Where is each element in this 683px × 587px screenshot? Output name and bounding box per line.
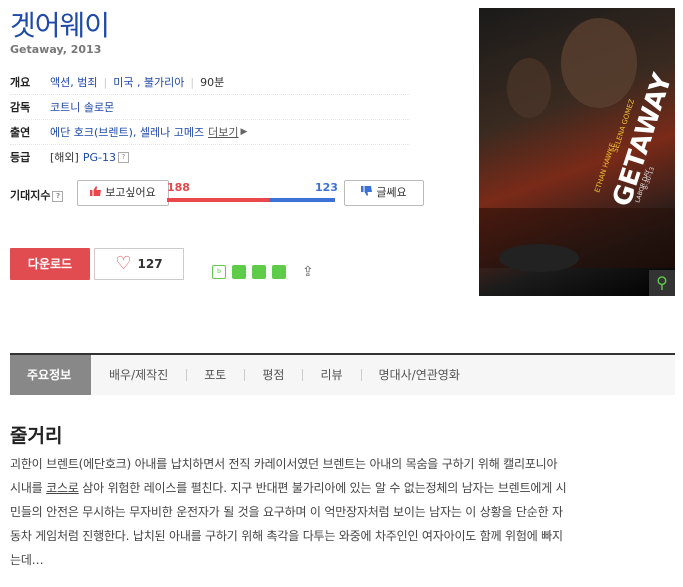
- rating-prefix: [해외]: [50, 151, 79, 164]
- nah-label: 글쎄요: [376, 186, 407, 199]
- want-count: 188: [167, 181, 190, 194]
- tab-label: 배우/제작진: [109, 368, 169, 382]
- director-label: 감독: [10, 101, 31, 114]
- synopsis-line: 는데…: [10, 553, 44, 567]
- director-row: 감독 코트니 솔로몬: [10, 95, 410, 120]
- rating-row: 등급 [해외] PG-13 ?: [10, 145, 410, 169]
- download-button[interactable]: 다운로드: [10, 248, 90, 280]
- tab-label: 리뷰: [320, 368, 343, 382]
- runtime: 90분: [200, 76, 225, 89]
- expectation-widget: 기대지수? 보고싶어요 188 123 글쎄요: [10, 178, 430, 208]
- help-icon[interactable]: ?: [117, 151, 129, 163]
- cast-more-link[interactable]: 더보기: [208, 124, 238, 140]
- movie-subtitle: Getaway, 2013: [10, 43, 102, 56]
- divider: |: [103, 75, 108, 89]
- share-icons: b ⇪: [212, 264, 314, 280]
- expectation-bar: [167, 198, 335, 202]
- thumbs-down-icon: [361, 181, 373, 205]
- country-link[interactable]: 미국 , 불가리아: [113, 74, 184, 90]
- tab-main-info[interactable]: 주요정보: [10, 355, 91, 395]
- tab-review[interactable]: 리뷰: [302, 355, 360, 395]
- movie-title: 겟어웨이: [10, 9, 110, 42]
- synopsis-line: 동차 게임처럼 진행한다. 납치된 아내를 구하기 위해 촉각을 다투는 와중에…: [10, 529, 563, 543]
- zoom-icon[interactable]: ⚲: [649, 270, 675, 296]
- tab-rating[interactable]: 평점: [244, 355, 302, 395]
- overview-label: 개요: [10, 76, 31, 89]
- divider: [186, 369, 188, 381]
- tab-label: 포토: [204, 368, 227, 382]
- poster-image: GETAWAY ETHAN HAWKE SELENA GOMEZ LABOR D…: [479, 18, 675, 272]
- synopsis-line: 민들의 안전은 무시하는 무자비한 운전자가 될 것을 요구하며 이 억만장자처…: [10, 505, 563, 519]
- tab-label: 평점: [262, 368, 285, 382]
- director-link[interactable]: 코트니 솔로몬: [50, 99, 114, 115]
- movie-poster[interactable]: GETAWAY ETHAN HAWKE SELENA GOMEZ LABOR D…: [479, 8, 675, 296]
- thumbs-up-icon: [90, 181, 102, 205]
- course-link[interactable]: 코스로: [46, 481, 79, 495]
- share-icon[interactable]: ⇪: [302, 264, 314, 280]
- tab-cast-crew[interactable]: 배우/제작진: [91, 355, 186, 395]
- expectation-label: 기대지수?: [10, 187, 64, 203]
- cast-row: 출연 에단 호크(브렌트), 셀레나 고메즈 더보기 ▶: [10, 120, 410, 145]
- not-sure-button[interactable]: 글쎄요: [344, 180, 424, 206]
- want-bar-fill: [167, 198, 269, 202]
- want-label: 보고싶어요: [105, 186, 156, 199]
- tab-bar: 주요정보 배우/제작진 포토 평점 리뷰 명대사/연관영화: [10, 353, 675, 395]
- cast-links[interactable]: 에단 호크(브렌트), 셀레나 고메즈: [50, 124, 204, 140]
- chevron-right-icon: ▶: [240, 127, 248, 137]
- heart-icon: ♡: [115, 253, 132, 274]
- rating-value[interactable]: PG-13: [83, 151, 116, 164]
- nah-count: 123: [315, 181, 338, 194]
- want-to-see-button[interactable]: 보고싶어요: [77, 180, 169, 206]
- tab-quotes-related[interactable]: 명대사/연관영화: [360, 355, 478, 395]
- rating-label: 등급: [10, 151, 31, 164]
- divider: [244, 369, 246, 381]
- bookmark-share-icon[interactable]: [252, 265, 266, 279]
- overview-row: 개요 액션, 범죄 | 미국 , 불가리아 | 90분: [10, 70, 410, 95]
- help-icon[interactable]: ?: [52, 190, 64, 202]
- divider: [302, 369, 304, 381]
- like-button[interactable]: ♡ 127: [94, 248, 184, 280]
- tab-photo[interactable]: 포토: [186, 355, 244, 395]
- blog-share-icon[interactable]: b: [212, 265, 226, 279]
- synopsis-text: 괴한이 브렌트(에단호크) 아내를 납치하면서 전직 카레이서였던 브렌트는 아…: [10, 452, 675, 572]
- memo-share-icon[interactable]: [272, 265, 286, 279]
- movie-info: 개요 액션, 범죄 | 미국 , 불가리아 | 90분 감독 코트니 솔로몬 출…: [10, 70, 410, 169]
- tab-label: 명대사/연관영화: [378, 368, 460, 382]
- synopsis-line: 시내를 코스로 삼아 위험한 레이스를 펼친다. 지구 반대편 불가리아에 있는…: [10, 481, 567, 495]
- synopsis-title: 줄거리: [10, 425, 63, 447]
- cafe-share-icon[interactable]: [232, 265, 246, 279]
- divider: [360, 369, 362, 381]
- divider: |: [190, 75, 195, 89]
- cast-label: 출연: [10, 126, 31, 139]
- genre-link[interactable]: 액션, 범죄: [50, 74, 97, 90]
- synopsis-line: 괴한이 브렌트(에단호크) 아내를 납치하면서 전직 카레이서였던 브렌트는 아…: [10, 457, 558, 471]
- like-count: 127: [137, 257, 163, 271]
